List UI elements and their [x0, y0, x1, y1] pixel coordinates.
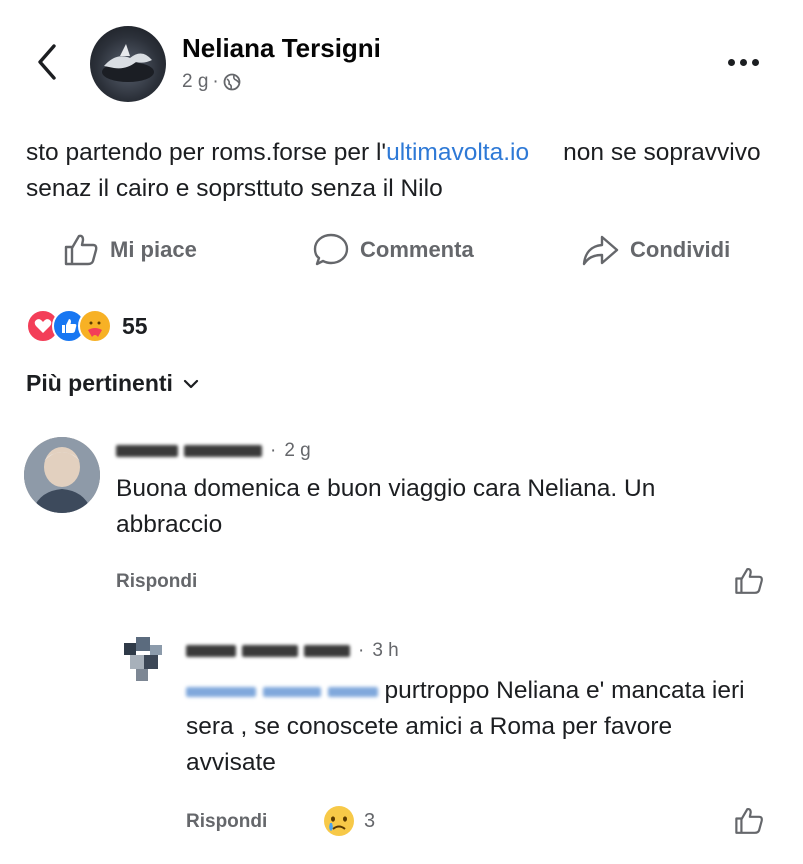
globe-icon [223, 73, 241, 91]
share-icon [582, 235, 619, 266]
post-time[interactable]: 2 g [182, 71, 208, 93]
thumbs-up-icon [735, 807, 763, 834]
reactions-count: 55 [122, 312, 148, 339]
reply-reply-button[interactable]: Rispondi [186, 811, 267, 833]
more-dots-icon [728, 58, 735, 66]
reply-reaction-summary[interactable]: 3 [322, 804, 375, 838]
mentioned-user-blurred[interactable] [186, 677, 384, 704]
care-reaction-icon [78, 309, 112, 343]
comment-text: Buona domenica e buon viaggio cara Nelia… [116, 475, 656, 538]
like-button[interactable]: Mi piace [62, 228, 197, 272]
comment-label: Commenta [360, 237, 474, 262]
reply-commenter-avatar[interactable] [120, 633, 170, 685]
share-label: Condividi [630, 237, 731, 262]
thumbs-up-icon [64, 234, 98, 266]
sort-label: Più pertinenti [26, 370, 173, 396]
chevron-left-icon [38, 44, 56, 80]
commenter-name-blurred[interactable] [116, 445, 262, 457]
post-text: sto partendo per roms.forse per l'ultima… [26, 135, 786, 207]
sad-reaction-icon [324, 806, 354, 836]
comment-like-button[interactable] [733, 565, 765, 602]
thumbs-up-icon [735, 567, 763, 594]
chevron-down-icon [183, 379, 199, 388]
reply-time-separator: · [358, 640, 365, 661]
reactions-summary[interactable]: 55 [26, 308, 148, 344]
reply-like-button[interactable] [733, 805, 765, 842]
post-meta: 2 g · [182, 71, 241, 93]
share-button[interactable]: Condividi [580, 228, 730, 272]
commenter-avatar[interactable] [24, 437, 100, 513]
comment-time-separator: · [270, 440, 277, 461]
reply-text: purtroppo Neliana e' mancata ieri sera ,… [186, 673, 766, 781]
reply-time: 3 h [372, 640, 399, 661]
post-text-start: sto partendo per roms.forse per l' [26, 139, 387, 166]
reply-reaction-count: 3 [364, 809, 376, 832]
more-options-button[interactable] [728, 50, 768, 74]
comment-time: 2 g [284, 440, 311, 461]
comment-button[interactable]: Commenta [312, 228, 474, 272]
author-avatar[interactable] [90, 26, 166, 102]
comment-icon [313, 233, 349, 266]
comment-header: · 2 g [116, 440, 311, 462]
reply-commenter-name-blurred[interactable] [186, 645, 350, 657]
meta-separator: · [212, 71, 219, 92]
comment-sort-dropdown[interactable]: Più pertinenti [26, 370, 199, 397]
like-label: Mi piace [110, 237, 197, 262]
author-name[interactable]: Neliana Tersigni [182, 33, 381, 64]
reply-header: · 3 h [186, 640, 399, 662]
post-link[interactable]: ultimavolta.io [386, 139, 529, 166]
back-button[interactable] [32, 40, 62, 84]
reply-button[interactable]: Rispondi [116, 571, 197, 593]
